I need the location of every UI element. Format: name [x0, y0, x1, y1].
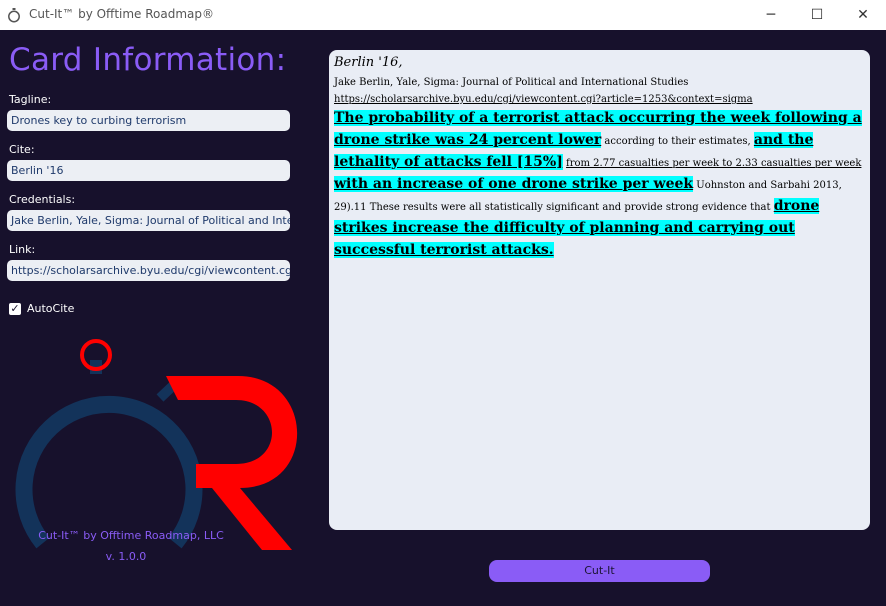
- card-link: https://scholarsarchive.byu.edu/cgi/view…: [334, 94, 753, 105]
- offtime-roadmap-logo: [15, 339, 298, 550]
- maximize-button[interactable]: ☐: [794, 0, 840, 30]
- minimize-button[interactable]: ─: [748, 0, 794, 30]
- tagline-label: Tagline:: [9, 93, 52, 106]
- cut-it-button[interactable]: Cut-It: [489, 560, 710, 582]
- company-footer: Cut-It™ by Offtime Roadmap, LLC: [38, 529, 224, 542]
- card-body: The probability of a terrorist attack oc…: [334, 108, 865, 262]
- maximize-icon: ☐: [810, 7, 824, 23]
- cite-label: Cite:: [9, 143, 35, 156]
- cite-input[interactable]: Berlin '16: [7, 160, 290, 181]
- version-label: v. 1.0.0: [105, 550, 147, 563]
- card-preview: Berlin '16, Jake Berlin, Yale, Sigma: Jo…: [329, 50, 870, 530]
- logo-ring: [15, 395, 203, 549]
- close-icon: ✕: [857, 7, 869, 23]
- page-title: Card Information:: [9, 42, 287, 78]
- autocite-toggle[interactable]: ✓ AutoCite: [9, 302, 74, 315]
- window-title: Cut-It™ by Offtime Roadmap®: [29, 7, 215, 21]
- card-underline-1: from 2.77 casualties per week to 2.33 ca…: [566, 158, 862, 169]
- checkbox-checked-icon[interactable]: ✓: [9, 302, 21, 315]
- tagline-input[interactable]: Drones key to curbing terrorism: [7, 110, 290, 131]
- card-cite: Berlin '16,: [334, 55, 403, 70]
- title-bar: Cut-It™ by Offtime Roadmap® ─ ☐ ✕: [0, 0, 886, 30]
- autocite-label: AutoCite: [27, 302, 75, 315]
- card-credentials: Jake Berlin, Yale, Sigma: Journal of Pol…: [334, 77, 689, 88]
- minimize-icon: ─: [766, 7, 776, 23]
- credentials-input[interactable]: Jake Berlin, Yale, Sigma: Journal of Pol…: [7, 210, 290, 231]
- card-highlight-3: with an increase of one drone strike per…: [334, 176, 694, 192]
- link-input[interactable]: https://scholarsarchive.byu.edu/cgi/view…: [7, 260, 290, 281]
- stopwatch-icon: [8, 8, 20, 23]
- credentials-label: Credentials:: [9, 193, 76, 206]
- close-button[interactable]: ✕: [840, 0, 886, 30]
- card-text-1: according to their estimates,: [601, 136, 754, 147]
- link-label: Link:: [9, 243, 36, 256]
